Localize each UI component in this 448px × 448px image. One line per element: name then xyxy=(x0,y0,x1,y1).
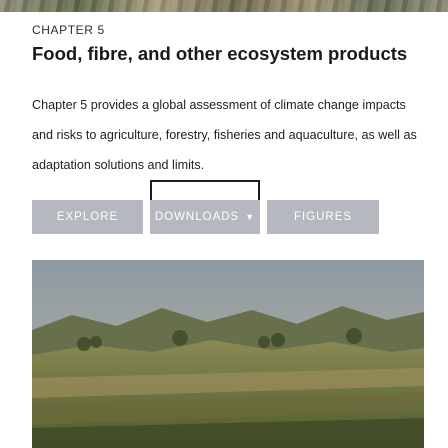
explore-button-label: EXPLORE xyxy=(56,211,119,223)
page-title: Food, fibre, and other ecosystem product… xyxy=(32,43,408,64)
landscape-illustration xyxy=(32,260,424,448)
figures-button-label: FIGURES xyxy=(293,211,353,223)
chapter-description: Chapter 5 provides a global assessment o… xyxy=(32,98,417,172)
downloads-button-label: DOWNLOADS xyxy=(154,211,240,223)
header-banner-image xyxy=(0,0,448,12)
chevron-down-icon: ▼ xyxy=(245,212,256,222)
figures-button[interactable]: FIGURES xyxy=(267,200,379,234)
chapter-label: CHAPTER 5 xyxy=(32,23,105,37)
explore-button[interactable]: EXPLORE xyxy=(32,200,143,234)
downloads-button[interactable]: DOWNLOADS ▼ xyxy=(150,200,260,234)
hero-landscape-image xyxy=(32,260,424,448)
